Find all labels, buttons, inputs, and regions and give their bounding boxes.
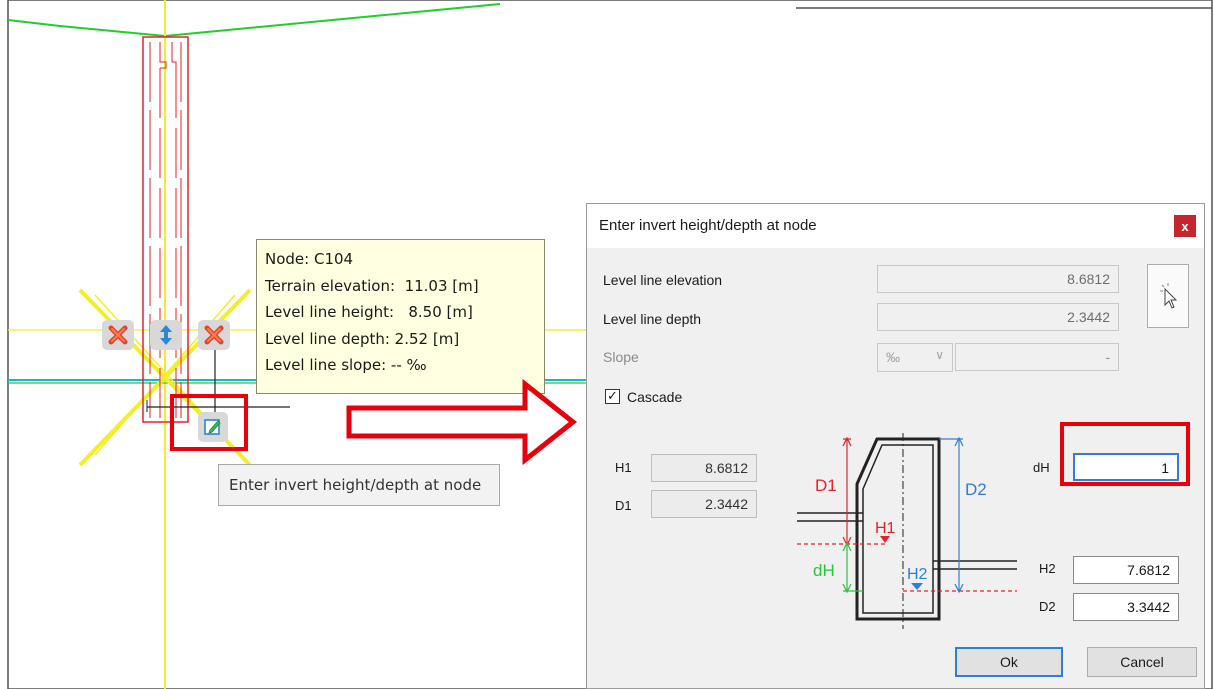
level-line-slope: Level line slope: -- ‰ — [265, 356, 427, 374]
d2-label: D2 — [1039, 599, 1056, 614]
delete-right-button[interactable] — [198, 320, 230, 350]
chevron-down-icon: ∨ — [935, 348, 944, 362]
node-id: Node: C104 — [265, 250, 354, 268]
red-x-icon — [204, 325, 224, 345]
delete-left-button[interactable] — [102, 320, 134, 350]
diagram-h1-label: H1 — [875, 520, 896, 537]
ok-button[interactable]: Ok — [955, 647, 1063, 677]
slope-label: Slope — [603, 349, 639, 365]
right-arrow-icon — [346, 378, 578, 466]
diagram-d2-label: D2 — [965, 480, 987, 499]
level-line-elevation-field: 8.6812 — [877, 265, 1119, 293]
h1-field: 8.6812 — [651, 454, 757, 482]
d1-label: D1 — [615, 498, 632, 513]
edit-button-highlight — [170, 394, 248, 451]
dialog-titlebar[interactable]: Enter invert height/depth at node x — [587, 204, 1204, 248]
close-button[interactable]: x — [1174, 215, 1196, 237]
node-info-tooltip: Node: C104 Terrain elevation: 11.03 [m] … — [256, 239, 545, 394]
diagram-h2-label: H2 — [907, 566, 928, 583]
cascade-label: Cascade — [627, 389, 683, 405]
level-line-depth-field: 2.3442 — [877, 303, 1119, 331]
level-line-elevation-label: Level line elevation — [603, 272, 723, 288]
red-x-icon — [108, 325, 128, 345]
invert-diagram: D1 H1 dH D2 H2 — [797, 433, 1017, 629]
dh-field-highlight — [1060, 422, 1190, 486]
h2-input[interactable]: 7.6812 — [1073, 556, 1179, 584]
edit-hint-tooltip: Enter invert height/depth at node — [218, 464, 500, 506]
slope-unit-value: ‰ — [886, 349, 900, 365]
slope-field: - — [955, 343, 1119, 371]
diagram-dh-label: dH — [813, 561, 835, 580]
dh-label: dH — [1033, 460, 1050, 475]
level-line-depth-label: Level line depth — [603, 311, 702, 327]
d1-field: 2.3442 — [651, 490, 757, 518]
h2-label: H2 — [1039, 561, 1056, 576]
move-node-button[interactable] — [150, 320, 182, 350]
slope-unit-dropdown[interactable]: ‰ ∨ — [877, 343, 953, 372]
vertical-arrows-icon — [160, 325, 172, 345]
diagram-d1-label: D1 — [815, 476, 837, 495]
level-line-height: Level line height: 8.50 [m] — [265, 303, 473, 321]
terrain-elevation: Terrain elevation: 11.03 [m] — [265, 276, 479, 295]
cascade-checkbox[interactable]: ✓ — [605, 389, 620, 404]
h1-label: H1 — [615, 460, 632, 475]
dialog-title: Enter invert height/depth at node — [599, 217, 817, 234]
cancel-button[interactable]: Cancel — [1087, 647, 1197, 677]
pick-from-drawing-button[interactable] — [1147, 264, 1189, 328]
cursor-pick-icon — [1160, 283, 1178, 309]
level-line-depth: Level line depth: 2.52 [m] — [265, 329, 460, 348]
d2-input[interactable]: 3.3442 — [1073, 593, 1179, 621]
